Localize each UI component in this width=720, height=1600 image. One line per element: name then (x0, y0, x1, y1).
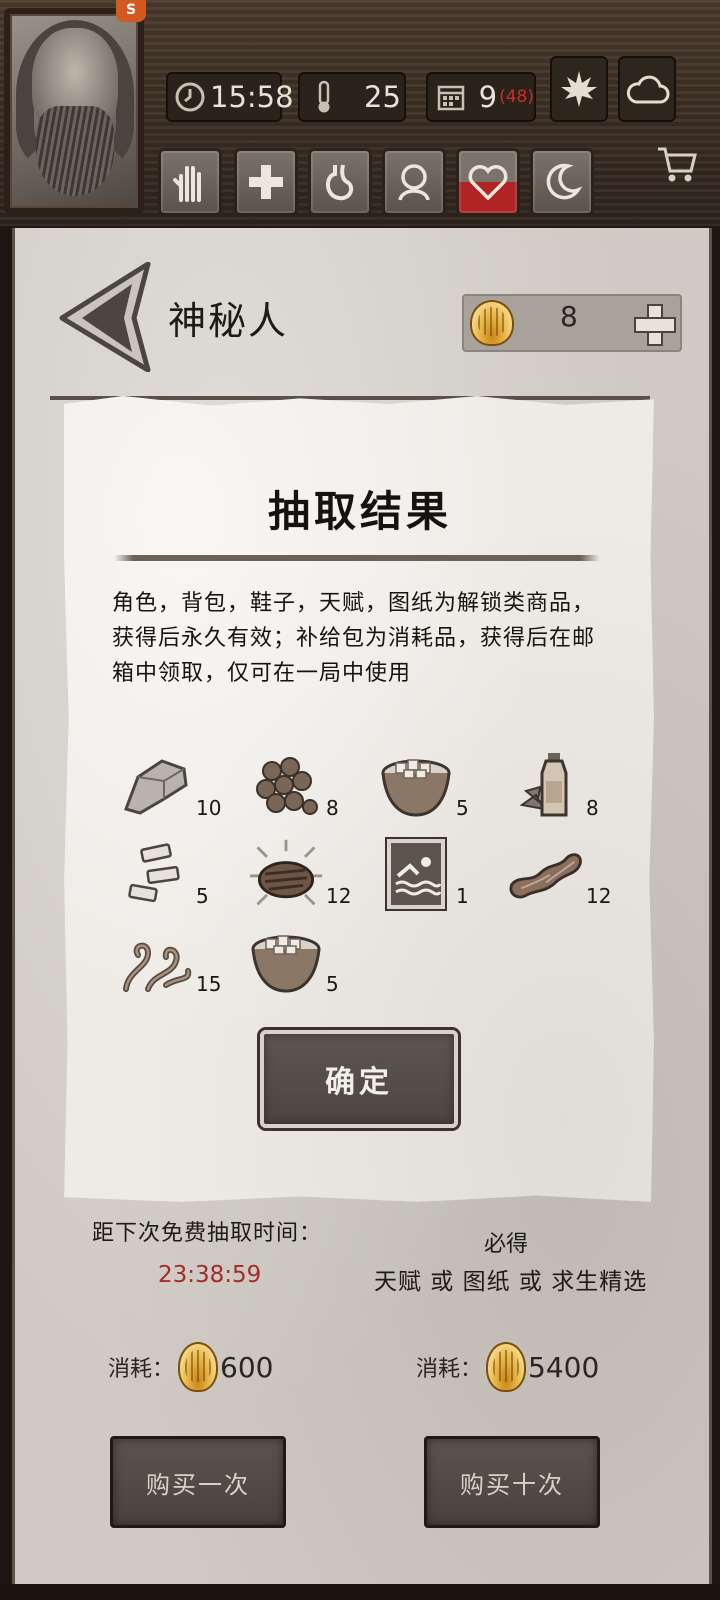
cost-label: 消耗： (108, 1357, 175, 1382)
reward-item[interactable]: 5 (240, 924, 370, 1012)
time-value: 15:58 (210, 80, 294, 114)
nuts-icon (248, 748, 324, 824)
notification-badge[interactable]: S (116, 0, 146, 22)
heart-icon[interactable] (456, 148, 520, 216)
stone-icon (118, 748, 194, 824)
ten-draw-cost: 消耗： 5400 (416, 1342, 599, 1392)
reward-item[interactable]: 10 (110, 748, 240, 836)
back-arrow-icon[interactable] (58, 262, 152, 372)
day-total-value: (48) (499, 87, 534, 107)
health-cross-icon[interactable] (234, 148, 298, 216)
character-portrait[interactable] (4, 8, 144, 214)
buy-once-button[interactable]: 购买一次 (110, 1436, 286, 1528)
swimming-card-icon (378, 836, 454, 912)
shopping-cart-icon[interactable] (652, 140, 702, 190)
temperature-value: 25 (364, 80, 401, 114)
calendar-icon (434, 79, 469, 115)
bottle-herb-icon (508, 748, 584, 824)
shell-currency-value: 8 (560, 300, 578, 333)
reward-count: 8 (586, 796, 599, 820)
dialog-title: 抽取结果 (267, 487, 452, 536)
cost-label: 消耗： (416, 1357, 483, 1382)
free-draw-label: 距下次免费抽取时间： (92, 1221, 323, 1246)
cloud-icon[interactable] (618, 56, 676, 122)
time-display: 15:58 (166, 72, 294, 122)
reward-count: 5 (326, 972, 339, 996)
basket-icon (378, 748, 454, 824)
add-currency-button[interactable] (632, 302, 676, 346)
reward-count: 1 (456, 884, 469, 908)
reward-count: 12 (326, 884, 352, 908)
dialog-divider (114, 555, 600, 561)
reward-item[interactable]: 5 (370, 748, 500, 836)
dialog-description: 角色，背包，鞋子，天赋，图纸为解锁类商品，获得后永久有效；补给包为消耗品，获得后… (112, 591, 596, 686)
day-display: 9 (48) (426, 72, 536, 122)
page-title: 神秘人 (168, 299, 289, 343)
reward-count: 5 (456, 796, 469, 820)
portrait-beard (36, 106, 114, 196)
reward-item[interactable]: 12 (240, 836, 370, 924)
leaf-icon[interactable] (550, 56, 608, 122)
hand-icon[interactable] (158, 148, 222, 216)
guarantee-description: 天赋 或 图纸 或 求生精选 (374, 1269, 648, 1295)
reward-item[interactable]: 12 (500, 836, 630, 924)
reward-item[interactable]: 8 (240, 748, 370, 836)
stomach-icon[interactable] (308, 148, 372, 216)
bandage-icon (118, 836, 194, 912)
head-icon[interactable] (382, 148, 446, 216)
rope-icon (118, 924, 194, 1000)
day-value: 9 (478, 80, 498, 114)
clock-icon (174, 79, 206, 115)
jerky-icon (508, 836, 584, 912)
guarantee-title: 必得 (484, 1232, 529, 1257)
shell-icon (178, 1342, 219, 1392)
bottom-edge (0, 1584, 720, 1600)
reward-count: 12 (586, 884, 612, 908)
reward-grid: 10 8 5 8 5 12 1 12 15 5 (110, 748, 630, 1012)
thermometer-icon (306, 79, 342, 115)
reward-item[interactable]: 15 (110, 924, 240, 1012)
grilled-meat-icon (248, 836, 324, 912)
moon-icon[interactable] (530, 148, 594, 216)
reward-count: 8 (326, 796, 339, 820)
confirm-button[interactable]: 确定 (260, 1030, 458, 1128)
reward-item[interactable]: 5 (110, 836, 240, 924)
basket-icon (248, 924, 324, 1000)
reward-count: 5 (196, 884, 209, 908)
temperature-display: 25 (298, 72, 406, 122)
top-hud: S 15:58 25 9 (48) (0, 0, 720, 230)
cost-value: 5400 (528, 1350, 600, 1384)
reward-count: 10 (196, 796, 222, 820)
reward-item[interactable]: 8 (500, 748, 630, 836)
cost-value: 600 (220, 1350, 274, 1384)
single-draw-cost: 消耗： 600 (108, 1342, 273, 1392)
buy-ten-button[interactable]: 购买十次 (424, 1436, 600, 1528)
reward-count: 15 (196, 972, 222, 996)
shell-icon (486, 1342, 527, 1392)
reward-item[interactable]: 1 (370, 836, 500, 924)
free-draw-timer: 23:38:59 (158, 1262, 262, 1288)
shell-icon (470, 300, 514, 346)
